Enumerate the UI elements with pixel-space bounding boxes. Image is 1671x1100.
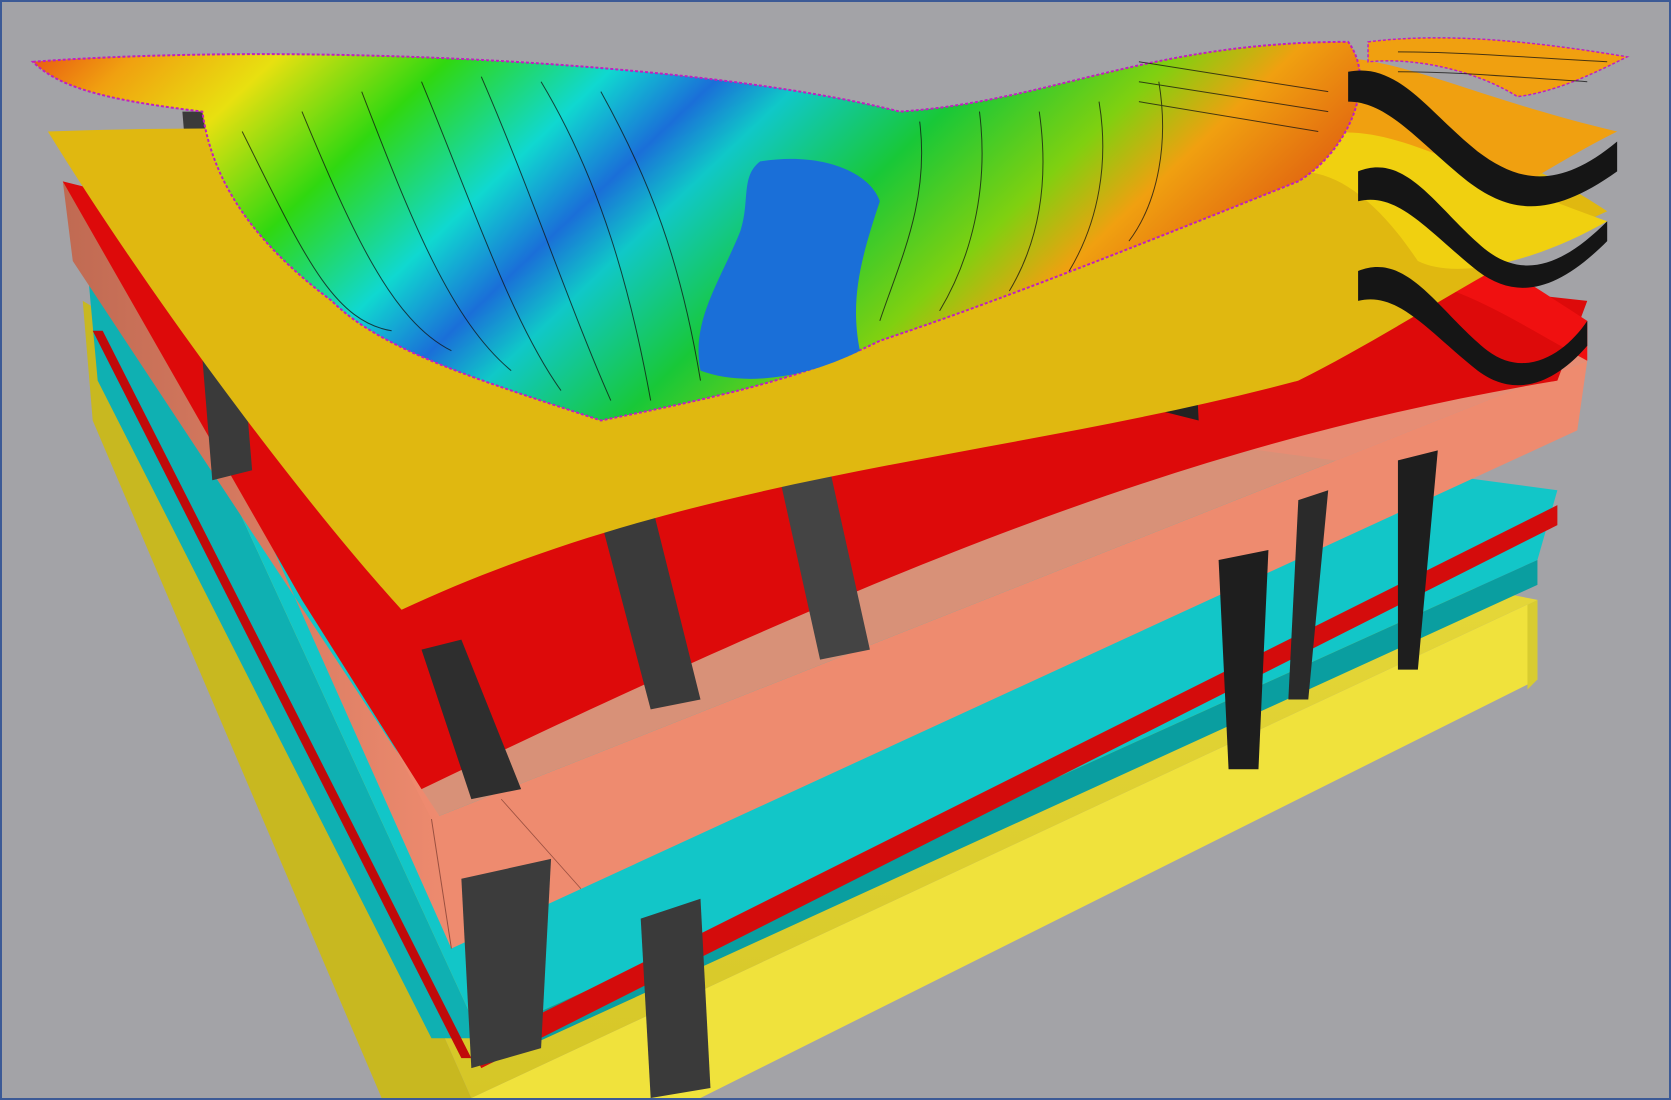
3d-viewport[interactable] [0,0,1671,1100]
geological-model-render [30,37,1630,1098]
